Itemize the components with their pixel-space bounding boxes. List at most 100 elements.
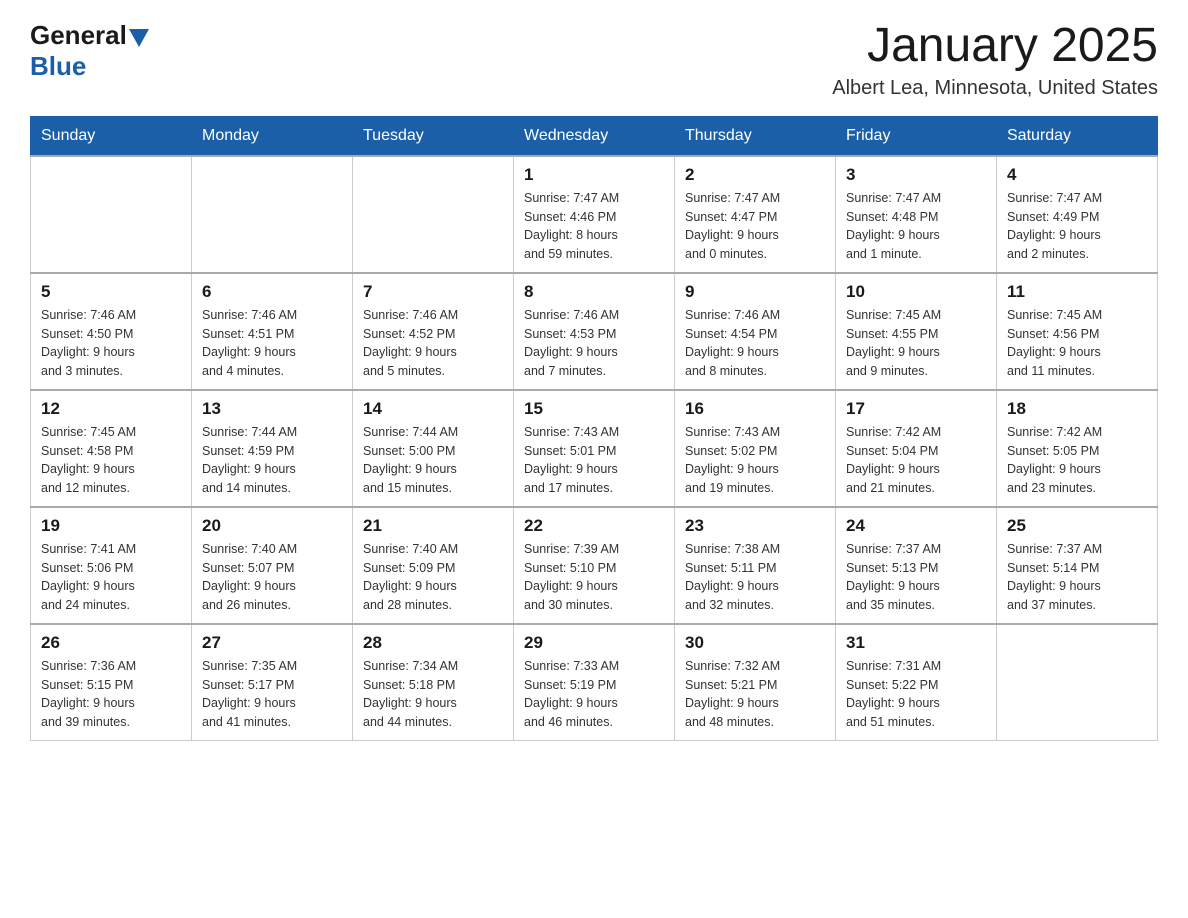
day-info: Sunrise: 7:47 AM Sunset: 4:49 PM Dayligh… [1007, 189, 1147, 264]
day-number: 12 [41, 399, 181, 419]
logo: General Blue [30, 20, 151, 82]
calendar-cell: 28 Sunrise: 7:34 AM Sunset: 5:18 PM Dayli… [353, 624, 514, 741]
calendar-cell: 13Sunrise: 7:44 AM Sunset: 4:59 PM Dayli… [192, 390, 353, 507]
calendar-day-header: Tuesday [353, 116, 514, 156]
calendar-cell: 7 Sunrise: 7:46 AM Sunset: 4:52 PM Daylig… [353, 273, 514, 390]
day-number: 10 [846, 282, 986, 302]
day-info: Sunrise: 7:46 AM Sunset: 4:53 PM Dayligh… [524, 306, 664, 381]
calendar-cell: 25Sunrise: 7:37 AM Sunset: 5:14 PM Dayli… [997, 507, 1158, 624]
calendar-table: SundayMondayTuesdayWednesdayThursdayFrid… [30, 116, 1158, 741]
day-number: 24 [846, 516, 986, 536]
day-info: Sunrise: 7:33 AM Sunset: 5:19 PM Dayligh… [524, 657, 664, 732]
calendar-cell: 2 Sunrise: 7:47 AM Sunset: 4:47 PM Daylig… [675, 156, 836, 273]
calendar-cell: 29 Sunrise: 7:33 AM Sunset: 5:19 PM Dayli… [514, 624, 675, 741]
day-number: 20 [202, 516, 342, 536]
calendar-cell: 8 Sunrise: 7:46 AM Sunset: 4:53 PM Daylig… [514, 273, 675, 390]
calendar-week-row: 26Sunrise: 7:36 AM Sunset: 5:15 PM Dayli… [31, 624, 1158, 741]
day-number: 19 [41, 516, 181, 536]
day-number: 11 [1007, 282, 1147, 302]
calendar-day-header: Thursday [675, 116, 836, 156]
day-info: Sunrise: 7:42 AM Sunset: 5:05 PM Dayligh… [1007, 423, 1147, 498]
calendar-cell [31, 156, 192, 273]
day-number: 16 [685, 399, 825, 419]
location-subtitle: Albert Lea, Minnesota, United States [832, 77, 1158, 100]
page-header: General Blue January 2025 Albert Lea, Mi… [30, 20, 1158, 100]
day-number: 2 [685, 165, 825, 185]
calendar-cell: 3 Sunrise: 7:47 AM Sunset: 4:48 PM Daylig… [836, 156, 997, 273]
day-info: Sunrise: 7:46 AM Sunset: 4:54 PM Dayligh… [685, 306, 825, 381]
calendar-day-header: Sunday [31, 116, 192, 156]
day-number: 5 [41, 282, 181, 302]
calendar-cell: 17 Sunrise: 7:42 AM Sunset: 5:04 PM Dayli… [836, 390, 997, 507]
calendar-cell [997, 624, 1158, 741]
day-info: Sunrise: 7:40 AM Sunset: 5:07 PM Dayligh… [202, 540, 342, 615]
calendar-cell: 24 Sunrise: 7:37 AM Sunset: 5:13 PM Dayli… [836, 507, 997, 624]
day-info: Sunrise: 7:38 AM Sunset: 5:11 PM Dayligh… [685, 540, 825, 615]
calendar-cell: 11Sunrise: 7:45 AM Sunset: 4:56 PM Dayli… [997, 273, 1158, 390]
calendar-cell: 10 Sunrise: 7:45 AM Sunset: 4:55 PM Dayli… [836, 273, 997, 390]
day-number: 14 [363, 399, 503, 419]
day-info: Sunrise: 7:44 AM Sunset: 4:59 PM Dayligh… [202, 423, 342, 498]
calendar-cell: 18 Sunrise: 7:42 AM Sunset: 5:05 PM Dayli… [997, 390, 1158, 507]
day-number: 28 [363, 633, 503, 653]
calendar-cell: 4Sunrise: 7:47 AM Sunset: 4:49 PM Daylig… [997, 156, 1158, 273]
calendar-cell: 21Sunrise: 7:40 AM Sunset: 5:09 PM Dayli… [353, 507, 514, 624]
day-info: Sunrise: 7:31 AM Sunset: 5:22 PM Dayligh… [846, 657, 986, 732]
day-number: 31 [846, 633, 986, 653]
day-info: Sunrise: 7:45 AM Sunset: 4:55 PM Dayligh… [846, 306, 986, 381]
calendar-cell: 6 Sunrise: 7:46 AM Sunset: 4:51 PM Daylig… [192, 273, 353, 390]
day-info: Sunrise: 7:34 AM Sunset: 5:18 PM Dayligh… [363, 657, 503, 732]
calendar-day-header: Wednesday [514, 116, 675, 156]
calendar-cell: 19 Sunrise: 7:41 AM Sunset: 5:06 PM Dayli… [31, 507, 192, 624]
day-number: 8 [524, 282, 664, 302]
day-info: Sunrise: 7:47 AM Sunset: 4:47 PM Dayligh… [685, 189, 825, 264]
calendar-week-row: 19 Sunrise: 7:41 AM Sunset: 5:06 PM Dayli… [31, 507, 1158, 624]
month-title: January 2025 [832, 20, 1158, 73]
day-info: Sunrise: 7:32 AM Sunset: 5:21 PM Dayligh… [685, 657, 825, 732]
calendar-cell: 20 Sunrise: 7:40 AM Sunset: 5:07 PM Dayli… [192, 507, 353, 624]
calendar-cell: 27Sunrise: 7:35 AM Sunset: 5:17 PM Dayli… [192, 624, 353, 741]
calendar-header-row: SundayMondayTuesdayWednesdayThursdayFrid… [31, 116, 1158, 156]
calendar-cell: 26Sunrise: 7:36 AM Sunset: 5:15 PM Dayli… [31, 624, 192, 741]
day-number: 6 [202, 282, 342, 302]
calendar-cell: 1Sunrise: 7:47 AM Sunset: 4:46 PM Daylig… [514, 156, 675, 273]
title-section: January 2025 Albert Lea, Minnesota, Unit… [832, 20, 1158, 100]
day-number: 17 [846, 399, 986, 419]
calendar-cell: 5Sunrise: 7:46 AM Sunset: 4:50 PM Daylig… [31, 273, 192, 390]
calendar-day-header: Monday [192, 116, 353, 156]
day-info: Sunrise: 7:41 AM Sunset: 5:06 PM Dayligh… [41, 540, 181, 615]
day-info: Sunrise: 7:44 AM Sunset: 5:00 PM Dayligh… [363, 423, 503, 498]
day-number: 7 [363, 282, 503, 302]
calendar-week-row: 12 Sunrise: 7:45 AM Sunset: 4:58 PM Dayli… [31, 390, 1158, 507]
day-number: 18 [1007, 399, 1147, 419]
day-number: 29 [524, 633, 664, 653]
calendar-cell [192, 156, 353, 273]
calendar-cell: 16 Sunrise: 7:43 AM Sunset: 5:02 PM Dayli… [675, 390, 836, 507]
calendar-day-header: Saturday [997, 116, 1158, 156]
calendar-week-row: 1Sunrise: 7:47 AM Sunset: 4:46 PM Daylig… [31, 156, 1158, 273]
day-info: Sunrise: 7:43 AM Sunset: 5:02 PM Dayligh… [685, 423, 825, 498]
logo-arrow-icon [129, 29, 149, 47]
day-number: 15 [524, 399, 664, 419]
day-number: 3 [846, 165, 986, 185]
day-number: 26 [41, 633, 181, 653]
day-info: Sunrise: 7:46 AM Sunset: 4:51 PM Dayligh… [202, 306, 342, 381]
day-info: Sunrise: 7:37 AM Sunset: 5:13 PM Dayligh… [846, 540, 986, 615]
calendar-cell: 12 Sunrise: 7:45 AM Sunset: 4:58 PM Dayli… [31, 390, 192, 507]
calendar-cell: 30Sunrise: 7:32 AM Sunset: 5:21 PM Dayli… [675, 624, 836, 741]
day-number: 23 [685, 516, 825, 536]
calendar-day-header: Friday [836, 116, 997, 156]
logo-general-text: General [30, 20, 127, 51]
day-number: 21 [363, 516, 503, 536]
day-info: Sunrise: 7:42 AM Sunset: 5:04 PM Dayligh… [846, 423, 986, 498]
day-number: 9 [685, 282, 825, 302]
day-info: Sunrise: 7:35 AM Sunset: 5:17 PM Dayligh… [202, 657, 342, 732]
day-info: Sunrise: 7:39 AM Sunset: 5:10 PM Dayligh… [524, 540, 664, 615]
calendar-cell: 15Sunrise: 7:43 AM Sunset: 5:01 PM Dayli… [514, 390, 675, 507]
calendar-cell: 22Sunrise: 7:39 AM Sunset: 5:10 PM Dayli… [514, 507, 675, 624]
logo-blue-text: Blue [30, 51, 86, 81]
day-info: Sunrise: 7:47 AM Sunset: 4:48 PM Dayligh… [846, 189, 986, 264]
day-info: Sunrise: 7:46 AM Sunset: 4:52 PM Dayligh… [363, 306, 503, 381]
day-info: Sunrise: 7:45 AM Sunset: 4:58 PM Dayligh… [41, 423, 181, 498]
calendar-cell: 9 Sunrise: 7:46 AM Sunset: 4:54 PM Daylig… [675, 273, 836, 390]
